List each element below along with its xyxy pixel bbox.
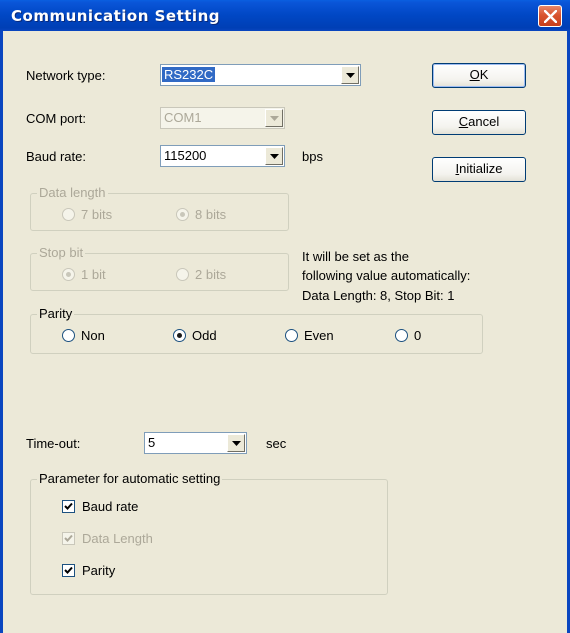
com-port-label: COM port: [26, 111, 86, 126]
checkbox-label: Parity [82, 563, 116, 578]
stop-bit-option-label: 1 bit [81, 267, 106, 282]
radio-selected-icon [176, 208, 189, 221]
baud-rate-value: 115200 [164, 148, 207, 163]
network-type-select[interactable]: RS232C [160, 64, 361, 86]
title-bar[interactable]: Communication Setting [0, 0, 570, 31]
timeout-label: Time-out: [26, 436, 81, 451]
checkbox-icon [62, 532, 75, 545]
baud-rate-select[interactable]: 115200 [160, 145, 285, 167]
window-title: Communication Setting [11, 7, 220, 25]
radio-icon [395, 329, 408, 342]
timeout-select[interactable]: 5 [144, 432, 247, 454]
checkmark-icon [64, 502, 73, 510]
ok-button-label: OK [469, 67, 489, 82]
timeout-unit: sec [266, 436, 287, 451]
com-port-select: COM1 [160, 107, 285, 129]
chevron-down-icon[interactable] [227, 434, 245, 452]
parity-legend: Parity [37, 306, 75, 321]
radio-icon [285, 329, 298, 342]
radio-icon [62, 208, 75, 221]
stop-bit-legend: Stop bit [37, 245, 86, 260]
stop-bit-option-label: 2 bits [195, 267, 227, 282]
close-button[interactable] [538, 5, 562, 27]
checkbox-icon [62, 500, 75, 513]
baud-rate-label: Baud rate: [26, 149, 86, 164]
initialize-button-label: Initialize [455, 161, 503, 176]
close-icon [544, 10, 557, 23]
checkbox-label: Baud rate [82, 499, 139, 514]
data-length-group: Data length 7 bits 8 bits [30, 185, 289, 231]
parity-option-label: Even [304, 328, 334, 343]
auto-note-line-1: It will be set as the [302, 249, 409, 264]
parity-option-label: Non [81, 328, 105, 343]
auto-note-line-2: following value automatically: [302, 268, 471, 283]
auto-note-line-3: Data Length: 8, Stop Bit: 1 [302, 288, 455, 303]
network-type-value: RS232C [162, 67, 216, 82]
dialog-body: Network type: RS232C COM port: COM1 Baud… [3, 31, 567, 633]
baud-rate-unit: bps [302, 149, 323, 164]
radio-icon [62, 329, 75, 342]
data-length-legend: Data length [37, 185, 108, 200]
data-length-option-label: 7 bits [81, 207, 113, 222]
chevron-down-icon[interactable] [265, 147, 283, 165]
ok-button[interactable]: OK [432, 63, 526, 88]
checkbox-icon [62, 564, 75, 577]
radio-icon [176, 268, 189, 281]
radio-selected-icon [62, 268, 75, 281]
checkbox-label: Data Length [82, 531, 153, 546]
parity-option-label: Odd [192, 328, 217, 343]
chevron-down-icon[interactable] [341, 66, 359, 84]
initialize-button[interactable]: Initialize [432, 157, 526, 182]
com-port-value: COM1 [164, 110, 202, 125]
parity-option-label: 0 [414, 328, 422, 343]
network-type-label: Network type: [26, 68, 106, 83]
checkmark-icon [64, 534, 73, 542]
data-length-option-label: 8 bits [195, 207, 227, 222]
timeout-value: 5 [148, 435, 156, 450]
parity-group: Parity Non Odd Even 0 [30, 306, 483, 354]
chevron-down-icon [265, 109, 283, 127]
cancel-button-label: Cancel [458, 114, 500, 129]
cancel-button[interactable]: Cancel [432, 110, 526, 135]
radio-selected-icon [173, 329, 186, 342]
auto-params-legend: Parameter for automatic setting [37, 471, 223, 486]
checkmark-icon [64, 566, 73, 574]
auto-params-group: Parameter for automatic setting Baud rat… [30, 471, 388, 595]
stop-bit-group: Stop bit 1 bit 2 bits [30, 245, 289, 291]
